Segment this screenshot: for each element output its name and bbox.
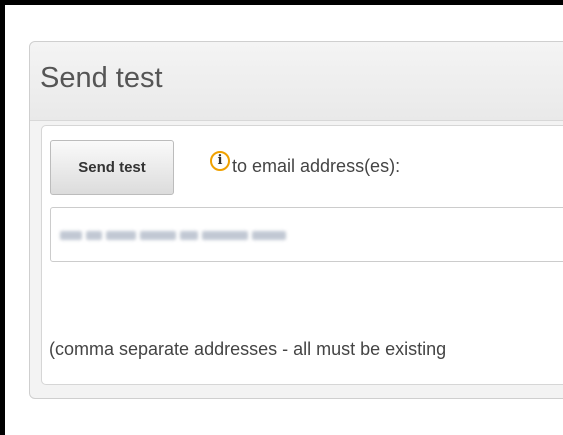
panel-title: Send test bbox=[40, 62, 163, 94]
send-test-button[interactable]: Send test bbox=[50, 140, 174, 195]
panel-body: Send test i to email address(es): (comma… bbox=[41, 125, 563, 385]
email-address-input[interactable] bbox=[50, 207, 563, 262]
info-icon[interactable]: i bbox=[210, 151, 230, 171]
window-frame: Send test Send test i to email address(e… bbox=[0, 0, 563, 435]
email-address-label: to email address(es): bbox=[232, 156, 401, 176]
comma-separate-hint: (comma separate addresses - all must be … bbox=[49, 339, 447, 359]
panel-header: Send test bbox=[30, 42, 563, 121]
send-test-panel: Send test Send test i to email address(e… bbox=[29, 41, 563, 399]
